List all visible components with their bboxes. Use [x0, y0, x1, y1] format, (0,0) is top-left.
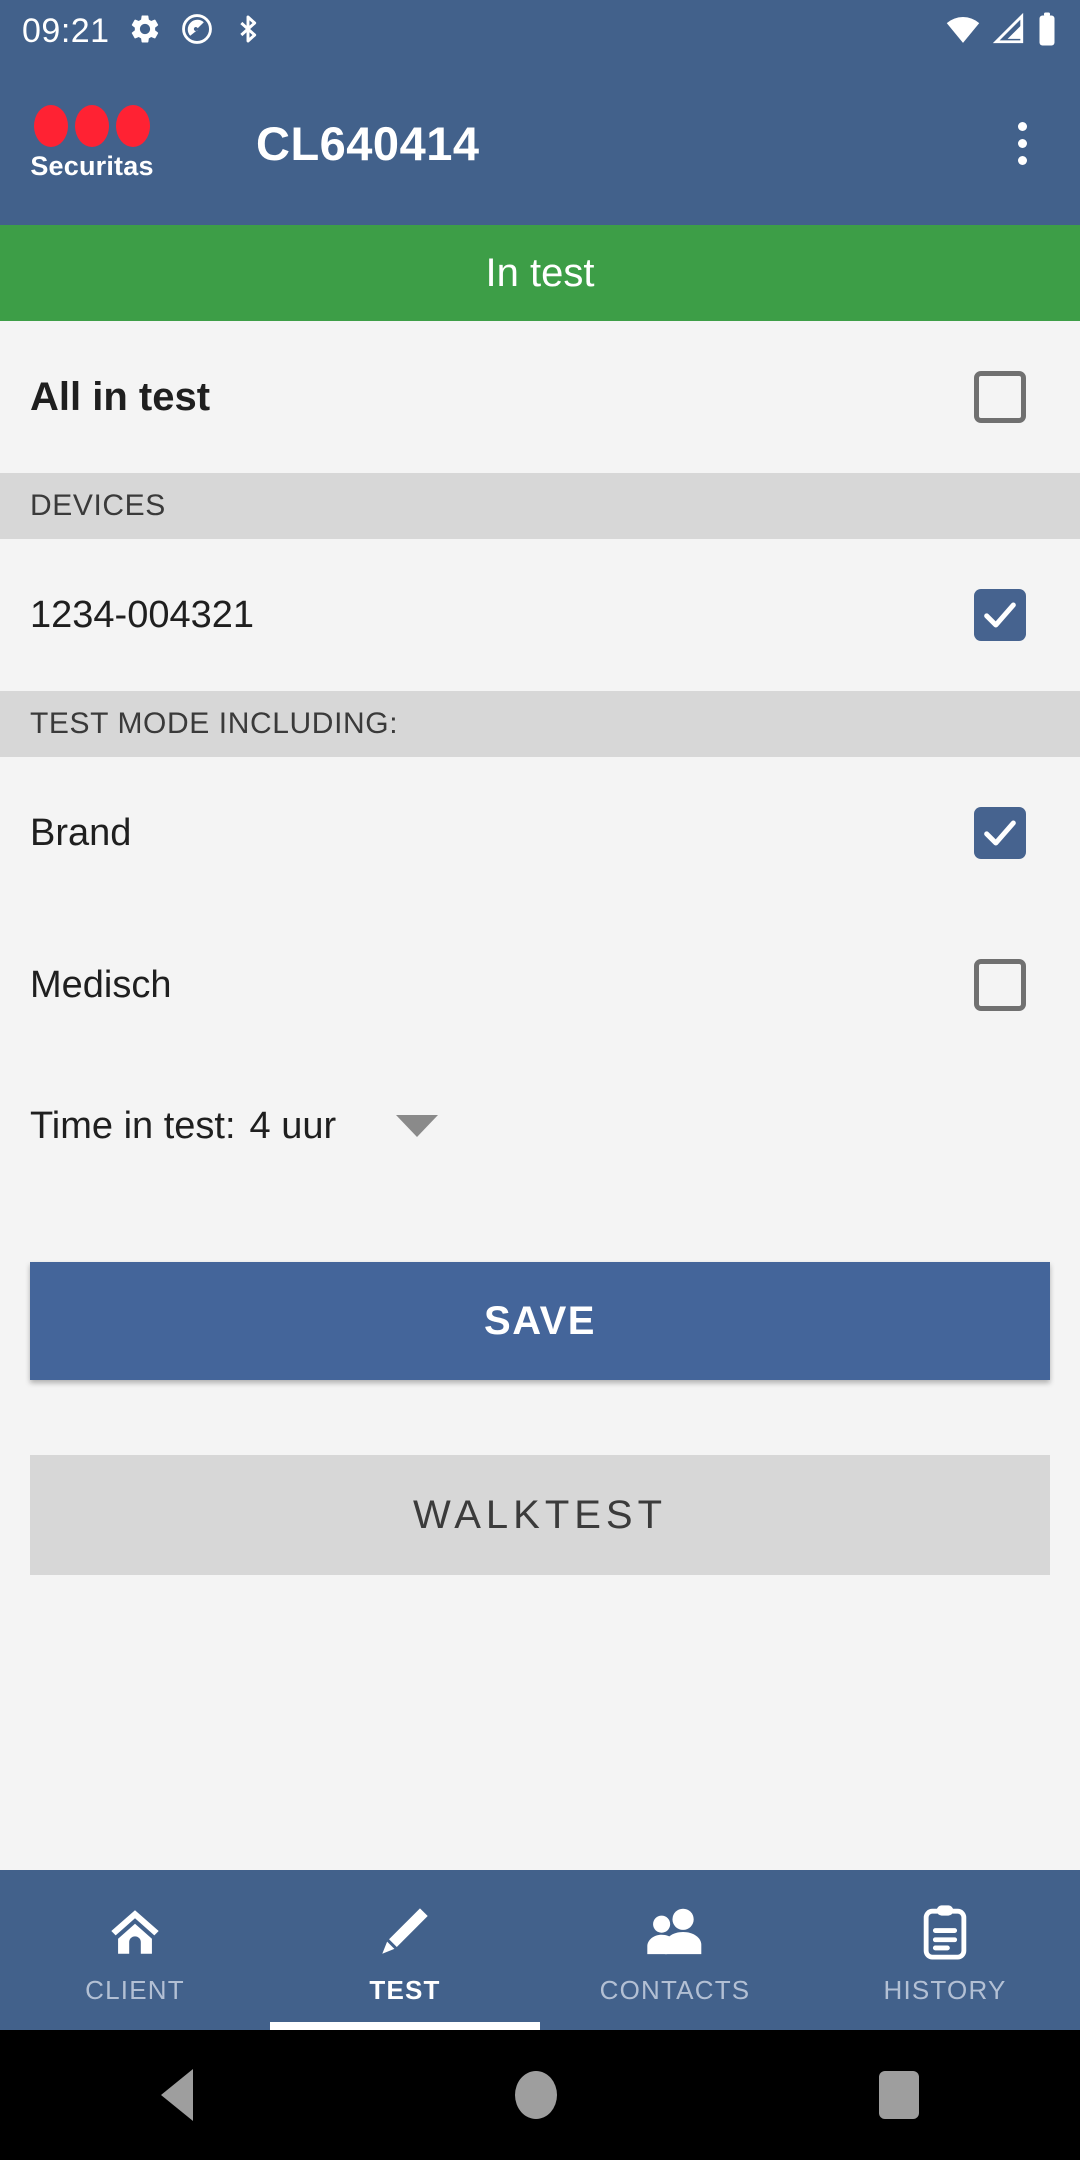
time-in-test-row[interactable]: Time in test: 4 uur: [0, 1061, 1080, 1191]
row-device[interactable]: 1234-004321: [0, 539, 1080, 691]
row-medisch[interactable]: Medisch: [0, 909, 1080, 1061]
nav-item-contacts[interactable]: CONTACTS: [540, 1870, 810, 2030]
section-header-test-mode-label: TEST MODE INCLUDING:: [30, 707, 399, 740]
status-banner: In test: [0, 225, 1080, 321]
medisch-checkbox[interactable]: [974, 959, 1026, 1011]
all-in-test-checkbox[interactable]: [974, 371, 1026, 423]
phone-screen: 09:21 Securitas CL640414 In test All in …: [0, 0, 1080, 2160]
action-buttons: SAVE WALKTEST: [0, 1262, 1080, 1575]
clipboard-icon: [919, 1901, 971, 1963]
battery-icon: [1036, 11, 1058, 52]
overflow-dot: [1017, 139, 1027, 148]
status-bar-clock: 09:21: [22, 12, 110, 50]
nav-item-client[interactable]: CLIENT: [0, 1870, 270, 2030]
securitas-logo: Securitas: [26, 105, 158, 182]
time-in-test-value[interactable]: 4 uur: [250, 1105, 337, 1148]
nav-item-history[interactable]: HISTORY: [810, 1870, 1080, 2030]
overflow-menu-icon[interactable]: [990, 112, 1054, 176]
gear-icon: [128, 12, 162, 51]
recent-apps-button-icon[interactable]: [879, 2071, 919, 2119]
logo-dot: [34, 105, 68, 147]
row-brand[interactable]: Brand: [0, 757, 1080, 909]
brand-label: Brand: [30, 811, 132, 854]
overflow-dot: [1017, 156, 1027, 165]
android-system-navigation: [0, 2030, 1080, 2160]
home-icon: [106, 1901, 164, 1963]
status-bar-right: [944, 11, 1058, 52]
status-bar: 09:21: [0, 0, 1080, 62]
section-header-test-mode: TEST MODE INCLUDING:: [0, 691, 1080, 757]
wifi-icon: [944, 12, 982, 51]
device-checkbox[interactable]: [974, 589, 1026, 641]
medisch-label: Medisch: [30, 963, 172, 1006]
back-button-icon[interactable]: [161, 2069, 193, 2121]
nav-item-test[interactable]: TEST: [270, 1870, 540, 2030]
nav-item-client-label: CLIENT: [85, 1974, 185, 2005]
nav-item-contacts-label: CONTACTS: [599, 1974, 751, 2005]
logo-dot: [116, 105, 150, 147]
app-bar: Securitas CL640414: [0, 62, 1080, 225]
walktest-button-label: WALKTEST: [412, 1492, 668, 1537]
overflow-dot: [1017, 122, 1027, 131]
bluetooth-icon: [232, 12, 264, 51]
bottom-navigation: CLIENT TEST CONTACTS HISTORY: [0, 1870, 1080, 2030]
chevron-down-icon[interactable]: [396, 1115, 439, 1137]
main-content: All in test DEVICES 1234-004321 TEST MOD…: [0, 321, 1080, 1870]
logo-dot: [75, 105, 109, 147]
cellular-signal-icon: [992, 12, 1026, 51]
section-header-devices-label: DEVICES: [30, 489, 166, 522]
securitas-dots-icon: [34, 105, 150, 147]
home-button-icon[interactable]: [515, 2071, 557, 2119]
brand-checkbox[interactable]: [974, 807, 1026, 859]
page-title: CL640414: [256, 117, 480, 170]
walktest-button[interactable]: WALKTEST: [30, 1455, 1050, 1575]
save-button-label: SAVE: [484, 1298, 596, 1343]
securitas-wordmark: Securitas: [30, 151, 154, 181]
status-bar-left: 09:21: [22, 12, 264, 51]
device-label: 1234-004321: [30, 593, 254, 636]
row-all-in-test[interactable]: All in test: [0, 321, 1080, 473]
wand-icon: [376, 1901, 434, 1963]
time-in-test-label: Time in test:: [30, 1104, 236, 1147]
all-in-test-label: All in test: [30, 374, 211, 419]
nav-item-history-label: HISTORY: [883, 1974, 1007, 2005]
active-tab-indicator: [270, 2022, 540, 2030]
status-banner-label: In test: [485, 250, 595, 295]
quick-settings-icon: [180, 12, 214, 51]
people-icon: [645, 1901, 705, 1963]
save-button[interactable]: SAVE: [30, 1262, 1050, 1380]
section-header-devices: DEVICES: [0, 473, 1080, 539]
nav-item-test-label: TEST: [369, 1974, 441, 2005]
